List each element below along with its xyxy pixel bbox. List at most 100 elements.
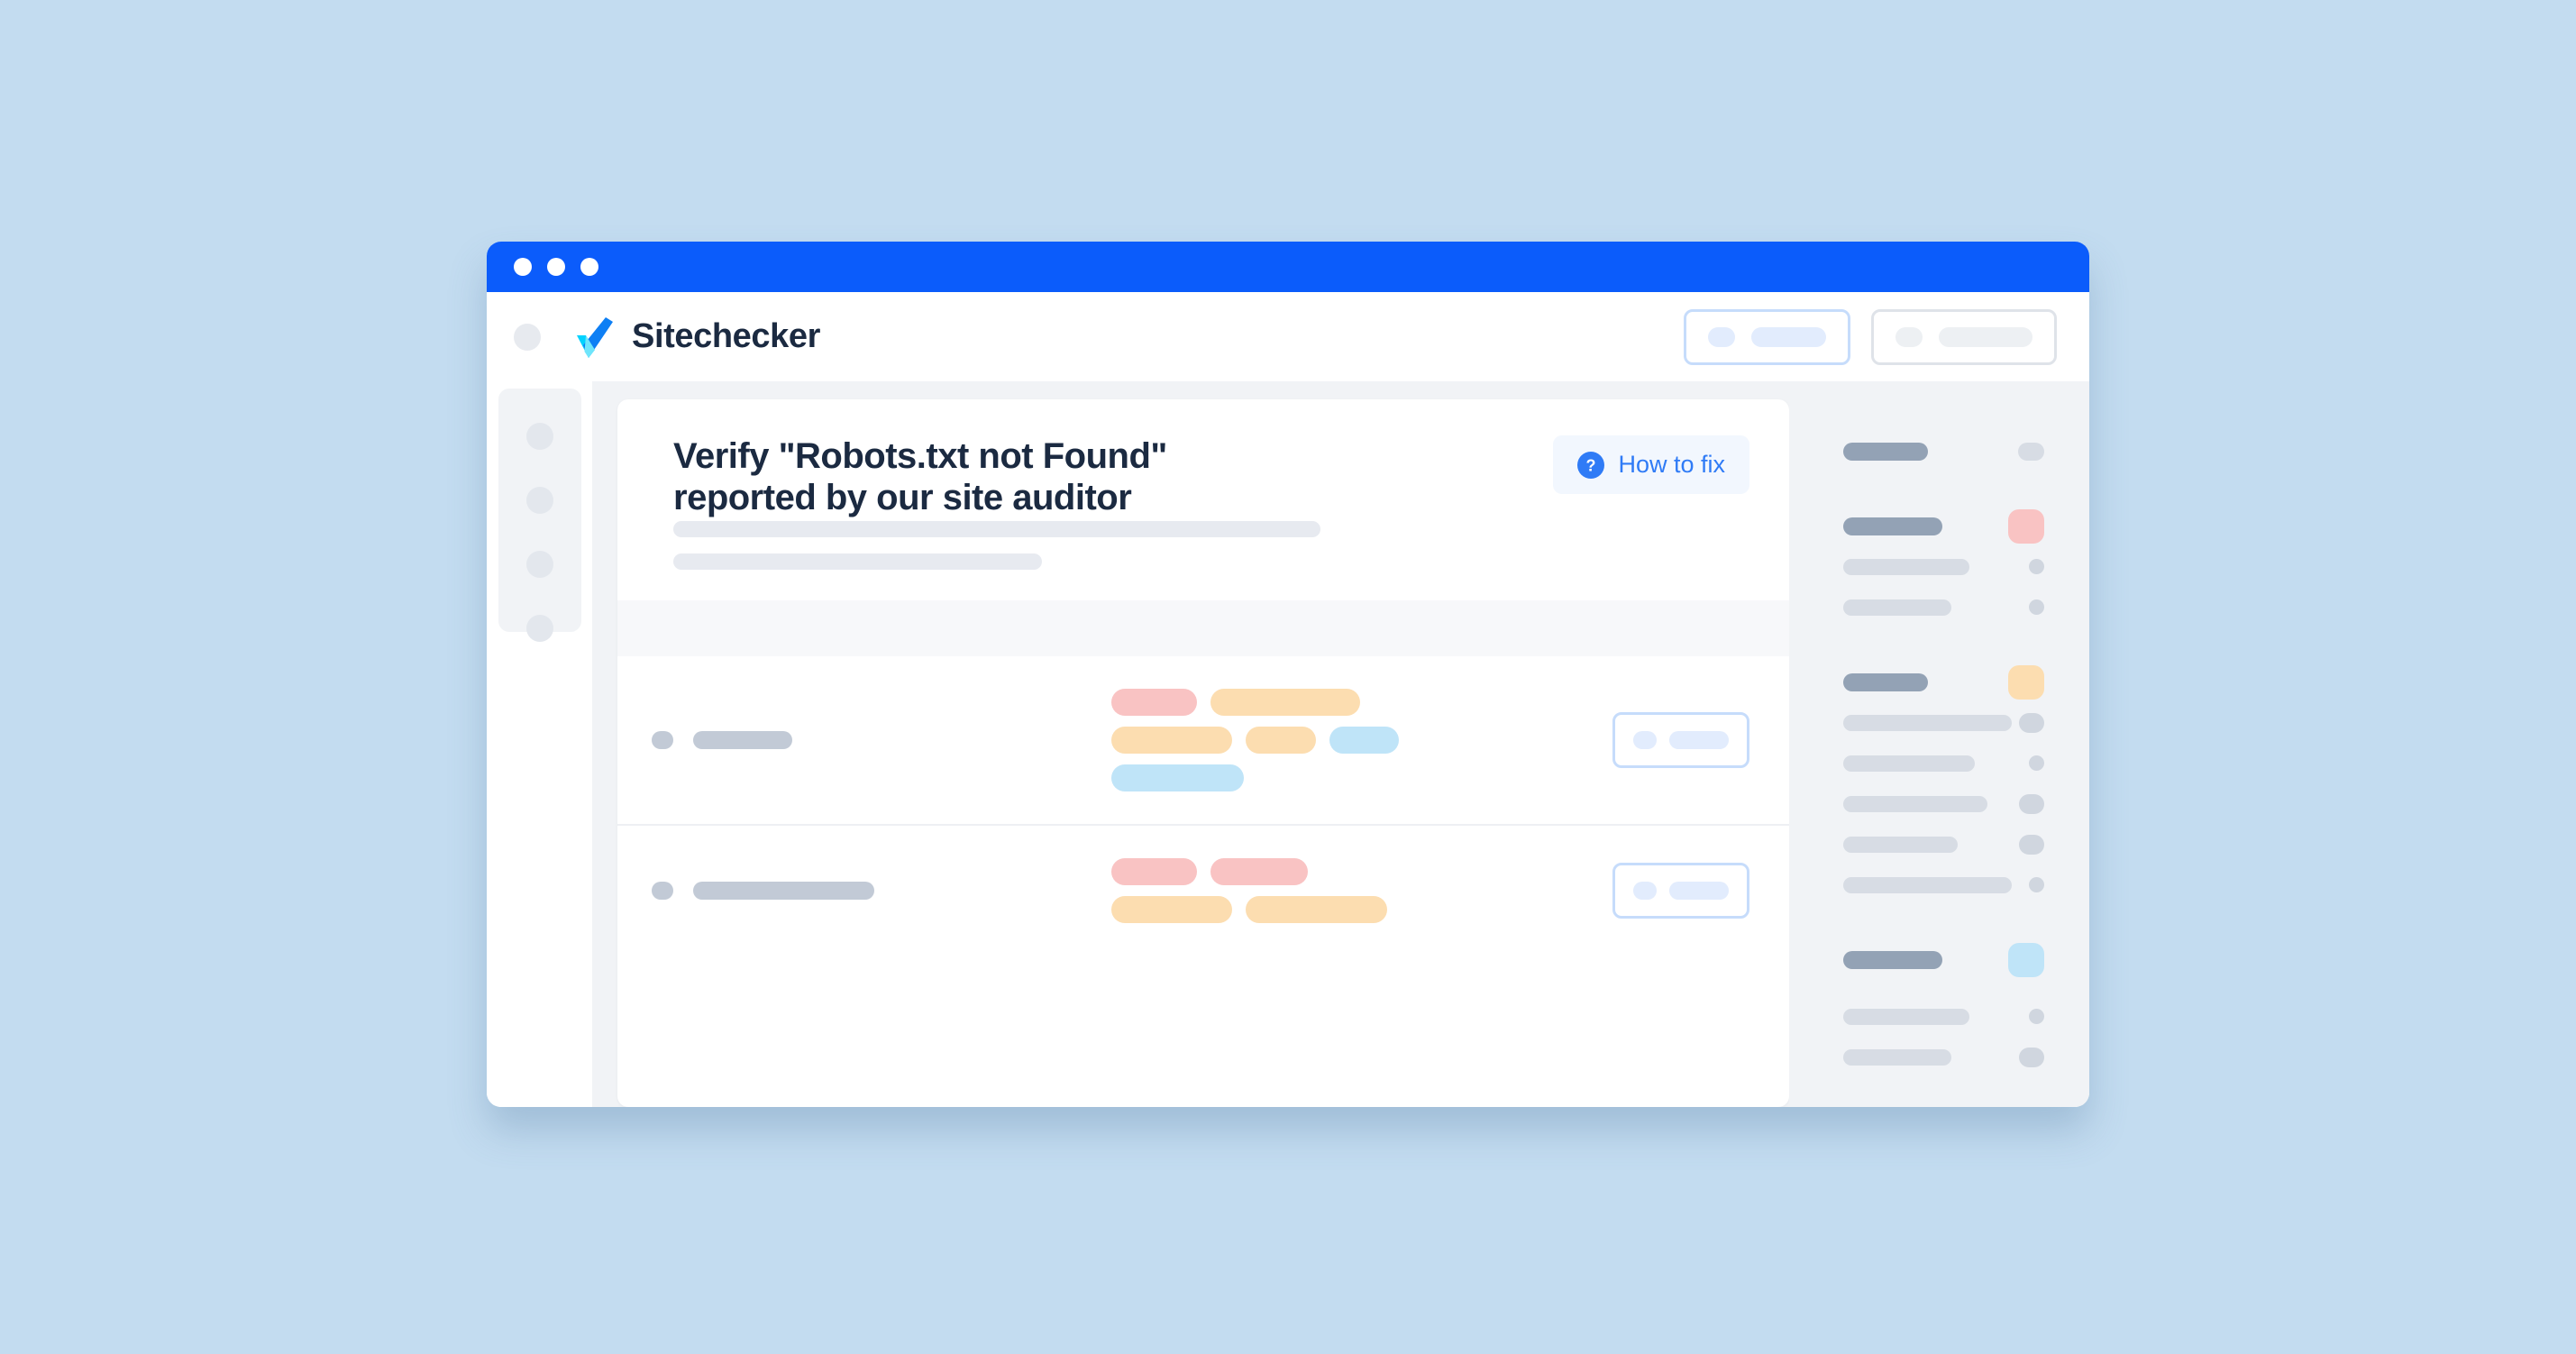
panel-item-placeholder: [1843, 558, 1969, 575]
tag-line: [1111, 895, 1603, 923]
panel-item-placeholder: [1843, 714, 2012, 731]
tag-pill: [1210, 688, 1360, 716]
tag-line: [1111, 726, 1603, 754]
panel-row[interactable]: [1843, 783, 2044, 824]
row-label-group: [652, 881, 1102, 900]
app-body: Verify "Robots.txt not Found" reported b…: [487, 381, 2089, 1107]
panel-badge-warning: [2008, 664, 2044, 700]
subtitle-placeholder-1: [673, 520, 1320, 537]
panel-item-placeholder: [1843, 1048, 1951, 1066]
card-separator-band: [617, 599, 1789, 656]
row-action-button[interactable]: [1612, 862, 1749, 919]
result-row-2[interactable]: [617, 823, 1789, 956]
sitechecker-check-logo-icon: [573, 316, 618, 359]
panel-row[interactable]: [1843, 587, 2044, 627]
card-header: Verify "Robots.txt not Found" reported b…: [617, 399, 1789, 600]
tag-pill: [1111, 857, 1197, 885]
panel-row[interactable]: [1843, 662, 2044, 702]
sidebar-item-3-icon[interactable]: [525, 551, 553, 578]
row-tag-group: [1111, 688, 1603, 791]
panel-badge: [2018, 442, 2044, 461]
panel-row[interactable]: [1843, 431, 2044, 471]
panel-badge: [2019, 834, 2044, 855]
panel-item-placeholder: [1843, 599, 1951, 616]
panel-badge-error: [2008, 508, 2044, 544]
left-sidebar-panel: [498, 389, 581, 642]
panel-row[interactable]: [1843, 702, 2044, 743]
subtitle-placeholder-2: [673, 553, 1042, 570]
how-to-fix-button[interactable]: ? How to fix: [1553, 435, 1749, 494]
panel-spacer: [1843, 980, 2044, 996]
button-icon-placeholder: [1708, 326, 1735, 347]
panel-badge: [2029, 599, 2044, 615]
panel-badge: [2019, 1047, 2044, 1067]
content-area: Verify "Robots.txt not Found" reported b…: [592, 381, 2089, 1107]
tag-pill: [1329, 726, 1399, 754]
button-icon-placeholder: [1895, 326, 1923, 347]
close-dot-icon[interactable]: [514, 258, 532, 276]
panel-badge: [2029, 877, 2044, 892]
button-icon-placeholder: [1633, 730, 1657, 749]
button-icon-placeholder: [1633, 881, 1657, 900]
window-titlebar: [487, 242, 2089, 292]
panel-row[interactable]: [1843, 939, 2044, 980]
panel-badge: [2029, 755, 2044, 771]
tag-pill: [1246, 895, 1387, 923]
panel-item-placeholder: [1843, 795, 1987, 812]
button-label-placeholder: [1939, 326, 2032, 347]
left-sidebar: [487, 381, 592, 1107]
sidebar-item-4-icon[interactable]: [525, 615, 553, 642]
sidebar-item-2-icon[interactable]: [525, 487, 553, 514]
browser-window: Sitechecker Verify "Robots.txt not Found…: [487, 242, 2089, 1107]
row-label-group: [652, 730, 1102, 749]
panel-section-title-placeholder: [1843, 672, 1928, 691]
tag-pill: [1111, 764, 1244, 791]
row-label-placeholder: [693, 881, 874, 900]
tag-pill: [1111, 688, 1197, 716]
panel-row[interactable]: [1843, 743, 2044, 783]
row-tag-group: [1111, 857, 1603, 923]
panel-row[interactable]: [1843, 546, 2044, 587]
tag-pill: [1111, 726, 1232, 754]
tag-pill: [1210, 857, 1308, 885]
svg-text:?: ?: [1586, 456, 1596, 474]
panel-spacer: [1843, 905, 2044, 939]
tag-pill: [1111, 895, 1232, 923]
page-title: Verify "Robots.txt not Found" reported b…: [673, 436, 1167, 518]
panel-row[interactable]: [1843, 824, 2044, 865]
question-mark-circle-icon: ?: [1577, 451, 1605, 479]
panel-badge: [2029, 559, 2044, 574]
menu-toggle-icon[interactable]: [514, 323, 541, 351]
brand[interactable]: Sitechecker: [573, 316, 820, 359]
panel-badge: [2019, 712, 2044, 733]
tag-line: [1111, 764, 1603, 791]
panel-group-4: [1843, 939, 2044, 1077]
panel-row[interactable]: [1843, 1037, 2044, 1077]
panel-badge: [2029, 1009, 2044, 1024]
row-marker-placeholder: [652, 730, 673, 749]
tag-line: [1111, 857, 1603, 885]
panel-badge-info: [2008, 942, 2044, 977]
brand-name: Sitechecker: [632, 317, 820, 355]
tag-pill: [1246, 726, 1316, 754]
secondary-skeleton-button[interactable]: [1871, 308, 2057, 365]
result-row-1[interactable]: [617, 655, 1789, 824]
minimize-dot-icon[interactable]: [547, 258, 565, 276]
row-action-button[interactable]: [1612, 711, 1749, 768]
tag-line: [1111, 688, 1603, 716]
button-label-placeholder: [1751, 326, 1826, 347]
right-sidebar: [1789, 399, 2089, 1107]
row-label-placeholder: [693, 730, 792, 749]
panel-row[interactable]: [1843, 506, 2044, 546]
panel-group-3: [1843, 662, 2044, 905]
button-label-placeholder: [1669, 881, 1729, 900]
header-actions: [1684, 308, 2057, 365]
panel-row[interactable]: [1843, 996, 2044, 1037]
maximize-dot-icon[interactable]: [580, 258, 598, 276]
button-label-placeholder: [1669, 730, 1729, 749]
app-header: Sitechecker: [487, 292, 2089, 381]
panel-spacer: [1843, 471, 2044, 506]
primary-skeleton-button[interactable]: [1684, 308, 1850, 365]
sidebar-item-1-icon[interactable]: [525, 423, 553, 450]
panel-row[interactable]: [1843, 865, 2044, 905]
